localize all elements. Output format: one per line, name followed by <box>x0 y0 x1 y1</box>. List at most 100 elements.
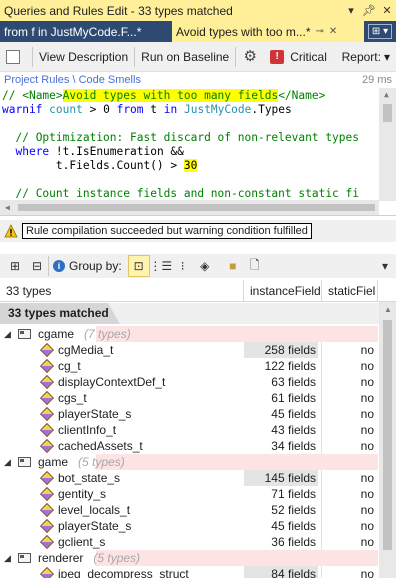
horizontal-scrollbar[interactable]: ◀ <box>0 200 379 215</box>
report-dropdown[interactable]: Report: ▾ <box>336 45 396 69</box>
new-query-icon: ⊞ ▾ <box>367 24 393 39</box>
expander-icon[interactable]: ◢ <box>4 454 11 470</box>
expander-icon[interactable]: ◢ <box>4 326 11 342</box>
window-titlebar: Queries and Rules Edit - 33 types matche… <box>0 0 396 21</box>
panel-splitter[interactable] <box>0 242 396 254</box>
view-description-button[interactable]: View Description <box>33 45 134 69</box>
editor-toolbar: View Description Run on Baseline ⚙ ! Cri… <box>0 42 396 72</box>
tab-query-2[interactable]: Avoid types with too m...* ⊸ ✕ <box>172 21 364 42</box>
matched-count-label: 33 types matched <box>0 303 120 324</box>
pin-icon[interactable]: ⊸ <box>316 26 324 37</box>
toolbar-overflow-button[interactable]: ▾ <box>374 255 396 277</box>
critical-label: Critical <box>290 49 327 64</box>
tab-menu-button[interactable]: ⊞ ▾ <box>364 21 396 42</box>
info-icon[interactable]: i <box>53 260 65 272</box>
results-tree[interactable]: ◢ cgame (7 types) cgMedia_t 258 fields no cg_t… <box>0 326 378 578</box>
type-row[interactable]: cachedAssets_t 34 fields no <box>0 438 378 454</box>
expander-icon[interactable]: ◢ <box>4 550 11 566</box>
tree-icon: ⋮☰ <box>149 259 173 273</box>
type-row[interactable]: cgs_t 61 fields no <box>0 390 378 406</box>
toggle-description-button[interactable] <box>0 45 32 69</box>
group-by-list-button[interactable]: ⁝ <box>172 255 194 277</box>
checkbox[interactable] <box>6 49 20 64</box>
instance-field-count: 34 fields <box>271 439 316 453</box>
type-row[interactable]: gentity_s 71 fields no <box>0 486 378 502</box>
column-header-types[interactable]: 33 types <box>0 279 244 302</box>
collapse-all-button[interactable]: ⊟ <box>26 255 48 277</box>
namespace-icon <box>18 329 31 339</box>
scrollbar-thumb[interactable] <box>383 104 392 122</box>
instance-field-count: 63 fields <box>271 375 316 389</box>
type-name: level_locals_t <box>58 503 131 517</box>
dropdown-icon[interactable]: ▾ <box>342 4 360 17</box>
group-by-namespace-button[interactable]: ⊡ <box>127 255 150 277</box>
close-icon[interactable]: ✕ <box>378 4 396 17</box>
type-row[interactable]: clientInfo_t 43 fields no <box>0 422 378 438</box>
type-row[interactable]: cg_t 122 fields no <box>0 358 378 374</box>
results-scrollbar[interactable]: ▲ <box>379 302 396 578</box>
static-field-value: no <box>360 359 374 373</box>
group-by-type-button[interactable]: ◈ <box>194 255 216 277</box>
column-header-instance-fields[interactable]: instanceField <box>244 279 322 302</box>
separator <box>48 256 49 276</box>
compile-status-bar: Rule compilation succeeded but warning c… <box>0 220 396 242</box>
chevron-down-icon: ▾ <box>381 259 389 273</box>
type-row[interactable]: displayContextDef_t 63 fields no <box>0 374 378 390</box>
expand-all-button[interactable]: ⊞ <box>4 255 26 277</box>
group-by-folder-button[interactable]: ■ <box>222 255 244 277</box>
column-header-static-fields[interactable]: staticFiel <box>322 279 378 302</box>
type-name: cgs_t <box>58 391 87 405</box>
scroll-up-icon[interactable]: ▲ <box>384 305 392 314</box>
namespace-group-row[interactable]: ◢ game (5 types) <box>0 454 378 470</box>
type-row[interactable]: level_locals_t 52 fields no <box>0 502 378 518</box>
pin-icon[interactable]: 📌︎ <box>360 4 378 17</box>
namespace-group-row[interactable]: ◢ renderer (5 types) <box>0 550 378 566</box>
type-row[interactable]: gclient_s 36 fields no <box>0 534 378 550</box>
instance-field-count: 84 fields <box>244 566 318 578</box>
expand-all-icon: ⊞ <box>9 259 21 273</box>
namespace-group-row[interactable]: ◢ cgame (7 types) <box>0 326 378 342</box>
code-line-1: // <Name>Avoid types with too many field… <box>2 89 326 102</box>
type-icon <box>39 358 55 374</box>
group-band <box>96 326 378 342</box>
code-editor[interactable]: // <Name>Avoid types with too many field… <box>0 88 396 216</box>
scrollbar-thumb[interactable] <box>383 320 392 550</box>
group-by-label: Group by: <box>69 259 122 273</box>
type-name: cgMedia_t <box>58 343 114 357</box>
instance-field-count: 36 fields <box>271 535 316 549</box>
settings-button[interactable]: ⚙ <box>236 45 270 69</box>
critical-icon: ! <box>270 49 285 64</box>
type-row[interactable]: jpeg_decompress_struct 84 fields no <box>0 566 378 578</box>
group-by-tree-button[interactable]: ⋮☰ <box>149 255 173 277</box>
run-on-baseline-button[interactable]: Run on Baseline <box>135 45 235 69</box>
scrollbar-thumb[interactable] <box>18 204 375 211</box>
static-field-value: no <box>360 423 374 437</box>
folder-icon: ■ <box>229 259 237 273</box>
group-band <box>96 454 378 470</box>
type-name: playerState_s <box>58 519 132 533</box>
vertical-scrollbar[interactable]: ▲ <box>379 88 396 201</box>
type-icon <box>39 374 55 390</box>
type-row[interactable]: playerState_s 45 fields no <box>0 518 378 534</box>
type-row[interactable]: bot_state_s 145 fields no <box>0 470 378 486</box>
namespace-name: cgame (7 types) <box>38 327 131 341</box>
scroll-up-icon[interactable]: ▲ <box>384 90 389 99</box>
type-name: cachedAssets_t <box>58 439 143 453</box>
breadcrumb-link[interactable]: Project Rules \ Code Smells <box>4 74 362 86</box>
type-name: jpeg_decompress_struct <box>58 567 189 578</box>
type-row[interactable]: cgMedia_t 258 fields no <box>0 342 378 358</box>
group-by-file-button[interactable]: 🗋︎ <box>244 255 266 277</box>
instance-field-count: 71 fields <box>271 487 316 501</box>
tab-query-1[interactable]: from f in JustMyCode.F...* <box>0 21 172 42</box>
type-icon <box>39 342 55 358</box>
code-line-4: // Optimization: Fast discard of non-rel… <box>15 131 359 144</box>
code-line-5: where !t.IsEnumeration && <box>15 145 184 158</box>
static-field-value: no <box>360 535 374 549</box>
critical-button[interactable]: ! Critical <box>270 45 333 69</box>
scroll-left-icon[interactable]: ◀ <box>5 203 10 212</box>
type-icon: ◈ <box>200 259 210 273</box>
close-tab-icon[interactable]: ✕ <box>329 26 337 37</box>
list-icon: ⁝ <box>180 259 185 273</box>
type-icon <box>39 422 55 438</box>
type-row[interactable]: playerState_s 45 fields no <box>0 406 378 422</box>
